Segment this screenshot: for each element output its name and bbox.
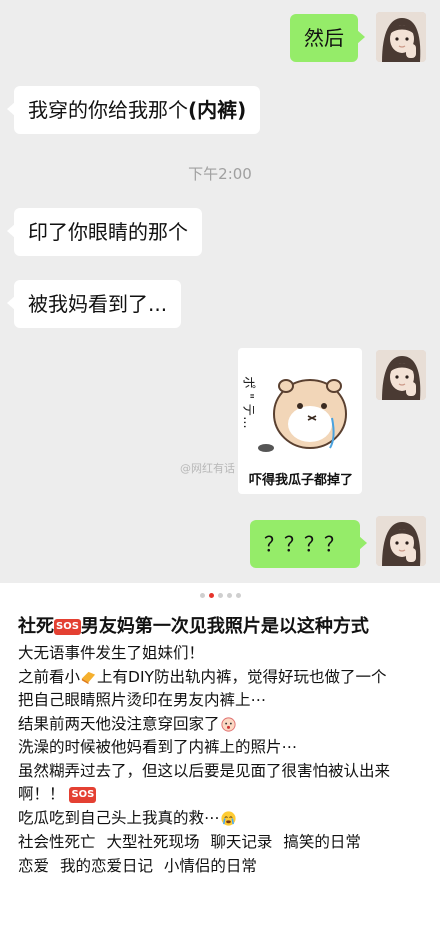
tag-link[interactable]: 大型社死现场 xyxy=(106,833,199,851)
post-line: 把自己眼睛照片烫印在男友内裤上⋯ xyxy=(18,691,267,709)
carousel-pager[interactable] xyxy=(0,593,440,601)
surprised-face-icon xyxy=(220,716,236,732)
line-part: 结果前两天他没注意穿回家了 xyxy=(18,714,220,733)
title-part: 社死 xyxy=(18,616,54,637)
tag-link[interactable]: 恋爱 xyxy=(18,857,49,875)
post-line: 之前看小 上有DIY防出轨内裤，觉得好玩也做了一个 xyxy=(18,666,428,690)
post-body: 社死 SOS 男友妈第一次见我照片是以这种方式 大无语事件发生了姐妹们！ 之前看小上… xyxy=(18,612,428,878)
sos-icon: SOS xyxy=(69,786,97,803)
tag-link[interactable]: 聊天记录 xyxy=(210,833,272,851)
tag-list: 社会性死亡 大型社死现场 聊天记录 搞笑的日常 恋爱 我的恋爱日记 小情侣的日常 xyxy=(18,830,428,878)
sos-icon: SOS xyxy=(54,619,81,635)
avatar[interactable] xyxy=(376,516,426,566)
message-text: 然后 xyxy=(304,26,344,50)
crying-face-icon xyxy=(220,810,236,826)
tag-link[interactable]: 小情侣的日常 xyxy=(164,857,257,875)
watermark: @网红有话 xyxy=(180,462,235,475)
pager-dot[interactable] xyxy=(217,593,223,598)
message-text: 我穿的你给我那个 xyxy=(28,98,188,122)
line-part: 吃瓜吃到自己头上我真的救⋯ xyxy=(18,808,220,827)
tag-link[interactable]: 我的恋爱日记 xyxy=(60,857,153,875)
chat-bubble-out[interactable]: 然后 xyxy=(290,14,365,62)
title-part: 男友妈第一次见我照片是以这种方式 xyxy=(80,616,369,637)
timestamp: 下午2:00 xyxy=(188,165,252,183)
chat-bubble-out[interactable]: ？？？？ xyxy=(250,520,367,568)
message-text-strong: (内裤) xyxy=(188,98,247,122)
pager-dot[interactable] xyxy=(226,593,232,598)
sticker-caption: 吓得我瓜子都掉了 xyxy=(248,473,353,488)
sticker-side-text: ポ " テ... xyxy=(240,376,255,429)
pager-dot[interactable] xyxy=(235,593,241,598)
pager-dot[interactable] xyxy=(199,593,205,598)
message-text: 印了你眼睛的那个 xyxy=(28,220,188,244)
avatar[interactable] xyxy=(376,12,426,62)
line-part: 之前看小 xyxy=(18,667,81,686)
post-title: 社死 SOS 男友妈第一次见我照片是以这种方式 xyxy=(18,612,428,642)
hamster-sticker[interactable]: ポ " テ... 吓得我瓜子都掉了 xyxy=(238,348,362,494)
post-line: 虽然糊弄过去了，但这以后要是见面了很害怕被认出来啊！！ SOS xyxy=(18,760,428,807)
message-text: ？？？？ xyxy=(264,532,344,556)
tag-link[interactable]: 社会性死亡 xyxy=(18,833,96,851)
avatar[interactable] xyxy=(376,350,426,400)
post-line: 吃瓜吃到自己头上我真的救⋯ xyxy=(18,807,428,831)
message-text: 被我妈看到了... xyxy=(28,292,168,316)
chat-screenshot: 然后 我穿的你给我那个(内裤) 下午2:00 印了你眼睛的那个 被我妈看到了..… xyxy=(0,0,440,583)
post-line: 洗澡的时候被他妈看到了内裤上的照片⋯ xyxy=(18,738,298,756)
post-line: 结果前两天他没注意穿回家了 xyxy=(18,713,428,737)
chat-bubble-in[interactable]: 我穿的你给我那个(内裤) xyxy=(6,86,261,134)
post-line: 大无语事件发生了姐妹们！ xyxy=(18,644,205,662)
hamster-icon: ポ " テ... xyxy=(240,376,347,452)
book-icon xyxy=(81,671,96,684)
chat-bubble-in[interactable]: 印了你眼睛的那个 xyxy=(7,208,202,256)
chat-bubble-in[interactable]: 被我妈看到了... xyxy=(6,280,182,328)
pager-dot-active[interactable] xyxy=(208,593,214,598)
tag-link[interactable]: 搞笑的日常 xyxy=(283,833,361,851)
line-part: 上有DIY防出轨内裤，觉得好玩也做了一个 xyxy=(97,667,387,686)
